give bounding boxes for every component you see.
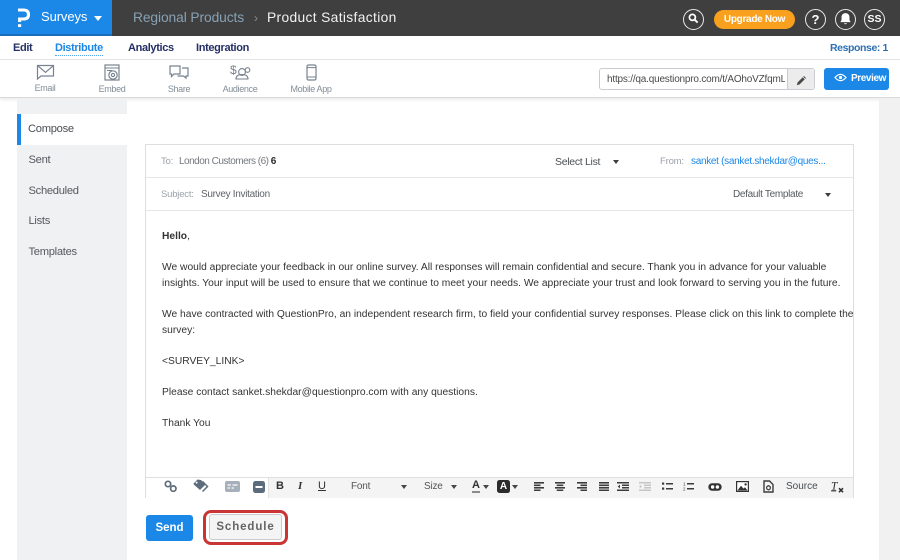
- svg-text:2: 2: [683, 487, 686, 491]
- svg-text:$: $: [230, 64, 237, 77]
